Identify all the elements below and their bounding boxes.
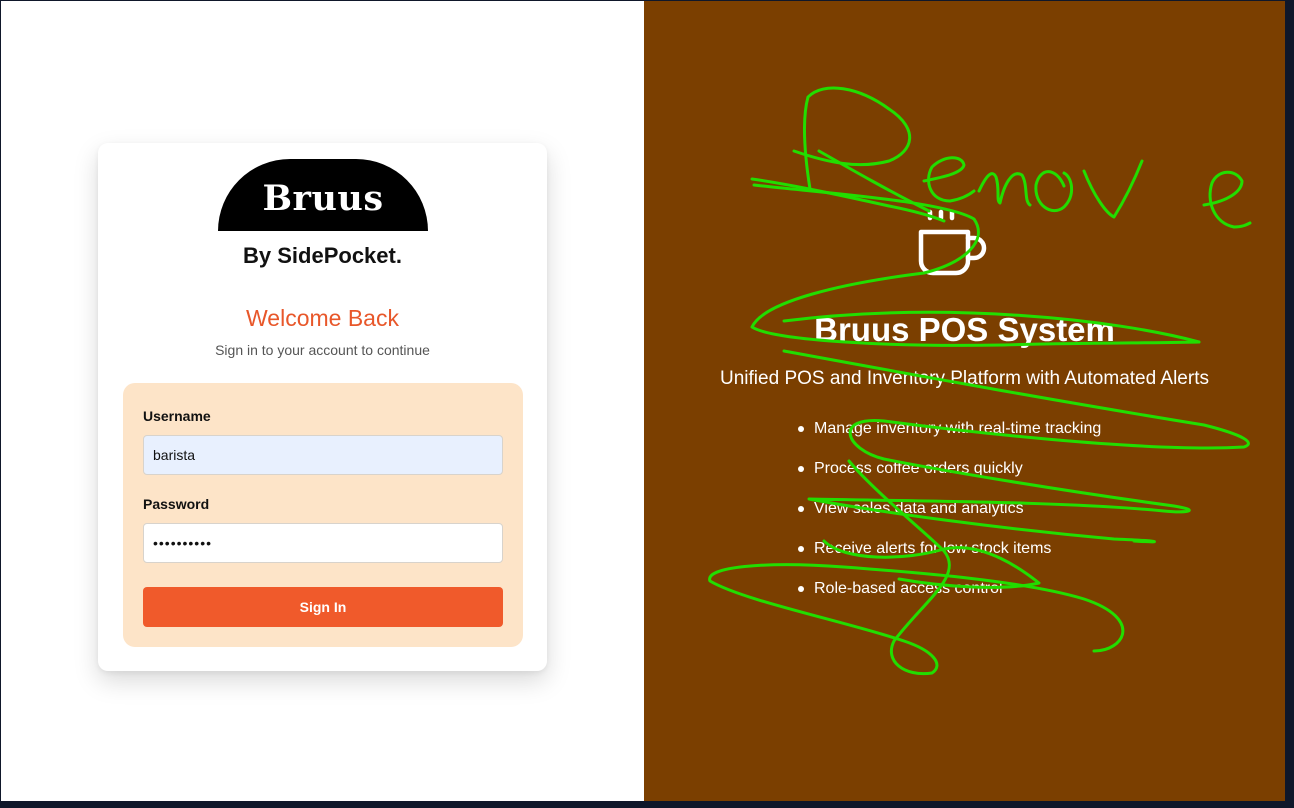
- hero-panel: Bruus POS System Unified POS and Invento…: [644, 1, 1285, 801]
- password-input[interactable]: [143, 523, 503, 563]
- sign-in-button[interactable]: Sign In: [143, 587, 503, 627]
- list-item: Role-based access control: [798, 578, 1238, 618]
- brand-subtitle: By SidePocket.: [243, 243, 402, 268]
- username-label: Username: [143, 408, 211, 424]
- list-item: Manage inventory with real-time tracking: [798, 418, 1238, 458]
- list-item: View sales data and analytics: [798, 498, 1238, 538]
- login-form: Username Password Sign In: [123, 383, 523, 647]
- logo-text: Bruus: [262, 177, 384, 219]
- hero-title: Bruus POS System: [814, 311, 1115, 348]
- login-card: Bruus By SidePocket. Welcome Back Sign i…: [98, 143, 547, 671]
- brand-logo: Bruus: [218, 159, 428, 231]
- login-panel: Bruus By SidePocket. Welcome Back Sign i…: [1, 1, 644, 801]
- welcome-subtitle: Sign in to your account to continue: [215, 342, 430, 358]
- coffee-cup-icon: [918, 209, 987, 276]
- hero-tagline: Unified POS and Inventory Platform with …: [720, 368, 1209, 389]
- username-input[interactable]: [143, 435, 503, 475]
- password-label: Password: [143, 496, 210, 512]
- app-window: Bruus By SidePocket. Welcome Back Sign i…: [0, 0, 1294, 808]
- welcome-title: Welcome Back: [246, 305, 399, 331]
- feature-list: Manage inventory with real-time tracking…: [798, 418, 1238, 618]
- list-item: Process coffee orders quickly: [798, 458, 1238, 498]
- list-item: Receive alerts for low stock items: [798, 538, 1238, 578]
